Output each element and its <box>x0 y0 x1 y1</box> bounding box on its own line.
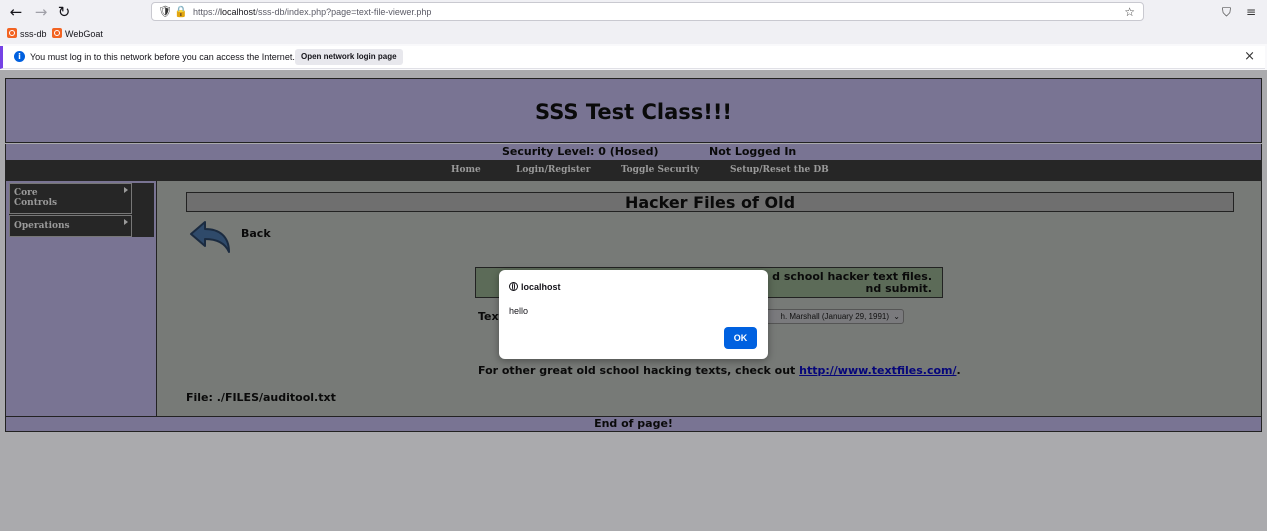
close-icon[interactable]: × <box>1244 49 1255 65</box>
bookmark-sss-db[interactable]: sss-db <box>7 27 47 41</box>
select-value: h. Marshall (January 29, 1991) <box>780 312 890 321</box>
chevron-right-icon <box>124 187 128 193</box>
file-path: File: ./FILES/auditool.txt <box>186 391 336 404</box>
sidebar: Core Controls Operations <box>6 181 157 416</box>
open-network-login-button[interactable]: Open network login page <box>295 49 403 65</box>
url-scheme: https:// <box>193 7 221 17</box>
info-icon: i <box>14 51 25 62</box>
page-footer-text: End of page! <box>594 417 673 430</box>
security-level: Security Level: 0 (Hosed) <box>502 145 659 158</box>
dialog-origin: localhost <box>509 281 561 293</box>
browser-toolbar: ← → ↻ 🛡 🔒 https://localhost/sss-db/index… <box>0 0 1267 24</box>
menu-login-register[interactable]: Login/Register <box>516 164 590 177</box>
bookmark-favicon-icon <box>7 28 17 38</box>
lock-icon[interactable]: 🔒 <box>174 4 188 20</box>
network-login-notification: i You must log in to this network before… <box>0 46 1265 69</box>
back-arrow-icon[interactable]: ← <box>6 2 26 22</box>
login-status: Not Logged In <box>709 145 797 158</box>
url-host: localhost <box>220 7 256 17</box>
chevron-down-icon: ⌄ <box>893 312 900 321</box>
panel-title: Hacker Files of Old <box>624 193 796 212</box>
bookmark-favicon-icon <box>52 28 62 38</box>
page-footer: End of page! <box>5 416 1262 432</box>
sidebar-item-core-controls[interactable]: Core Controls <box>9 183 132 214</box>
site-title: SSS Test Class!!! <box>535 100 732 124</box>
dialog-origin-text: localhost <box>521 282 561 292</box>
bookmark-label: WebGoat <box>65 29 103 39</box>
note-text: For other great old school hacking texts… <box>478 364 800 377</box>
bookmark-label: sss-db <box>20 29 47 39</box>
url-path: /sss-db/index.php?page=text-file-viewer.… <box>255 7 432 17</box>
textfiles-note: For other great old school hacking texts… <box>478 364 961 378</box>
menu-home[interactable]: Home <box>451 164 481 177</box>
reload-icon[interactable]: ↻ <box>54 2 74 22</box>
ok-button[interactable]: OK <box>724 327 757 349</box>
top-menu: Home Login/Register Toggle Security Setu… <box>5 160 1262 181</box>
sidebar-item-label: Operations <box>14 221 70 231</box>
status-bar: Security Level: 0 (Hosed) Not Logged In <box>5 144 1262 160</box>
app-menu-icon[interactable]: ≡ <box>1246 3 1256 21</box>
shield-icon[interactable]: 🛡 <box>158 4 172 20</box>
sidebar-item-label: Core Controls <box>14 188 58 208</box>
back-arrow-icon[interactable] <box>187 218 233 258</box>
textfiles-link[interactable]: http://www.textfiles.com/ <box>799 364 956 377</box>
menu-toggle-security[interactable]: Toggle Security <box>621 164 699 177</box>
site-header: SSS Test Class!!! <box>5 78 1262 143</box>
bookmark-star-icon[interactable]: ☆ <box>1124 4 1135 20</box>
alert-dialog: localhost hello OK <box>499 270 768 359</box>
sidebar-menu: Core Controls Operations <box>9 183 154 237</box>
chevron-right-icon <box>124 219 128 225</box>
note-period: . <box>956 364 961 377</box>
url-bar[interactable]: 🛡 🔒 https://localhost/sss-db/index.php?p… <box>151 2 1144 21</box>
globe-icon <box>509 282 518 291</box>
site-page: SSS Test Class!!! Security Level: 0 (Hos… <box>5 78 1262 432</box>
menu-setup-reset-db[interactable]: Setup/Reset the DB <box>730 164 829 177</box>
forward-arrow-icon[interactable]: → <box>31 2 51 22</box>
back-link[interactable]: Back <box>241 227 271 241</box>
pocket-icon[interactable]: ⛉ <box>1222 3 1231 21</box>
bookmarks-bar: sss-db WebGoat <box>0 24 1267 44</box>
url-text[interactable]: https://localhost/sss-db/index.php?page=… <box>193 5 431 19</box>
sidebar-item-operations[interactable]: Operations <box>9 215 132 237</box>
bookmark-webgoat[interactable]: WebGoat <box>52 27 103 41</box>
notification-message: You must log in to this network before y… <box>30 52 295 62</box>
dialog-message: hello <box>509 306 529 316</box>
panel-title-box: Hacker Files of Old <box>186 192 1234 212</box>
